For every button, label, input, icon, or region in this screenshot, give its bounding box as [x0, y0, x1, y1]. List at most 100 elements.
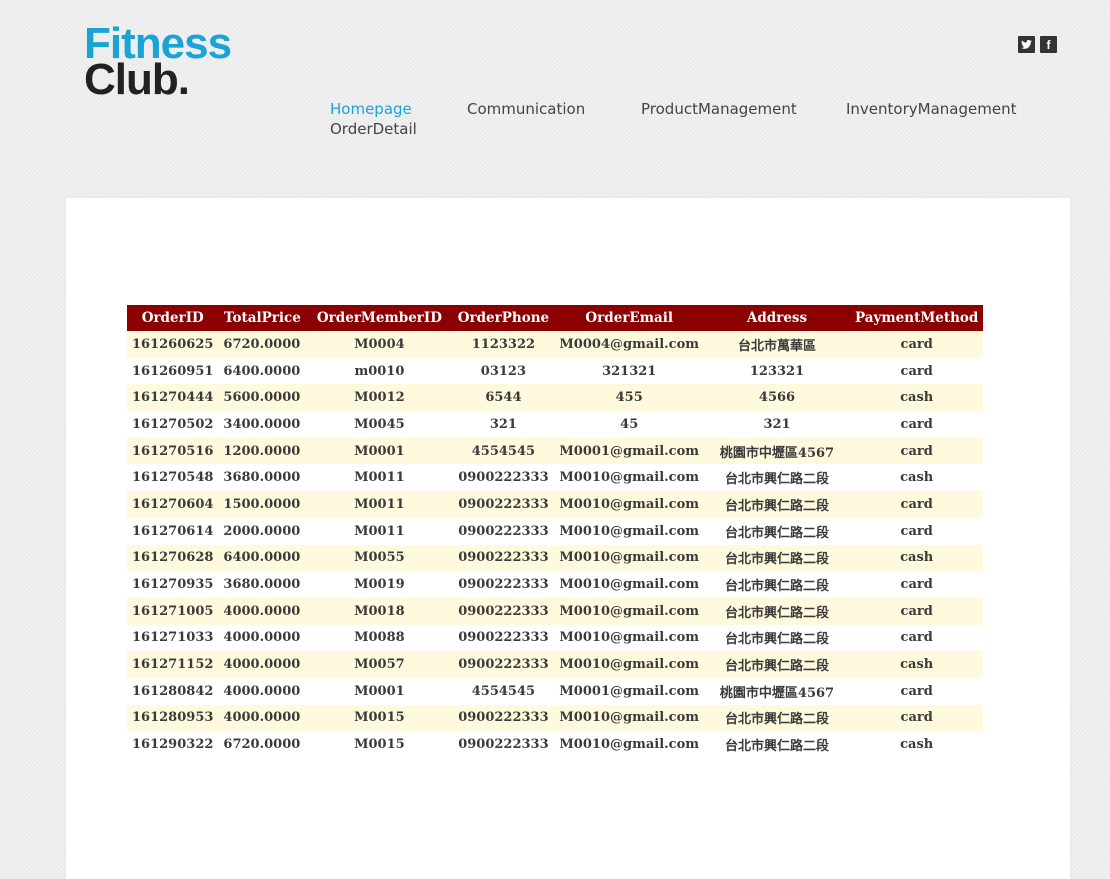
table-row: 161280842 4000.0000 M0001 4554545 M0001@gmai… — [127, 677, 984, 705]
cell-order-id: 161271152 — [127, 651, 219, 678]
nav-homepage[interactable]: Homepage — [330, 100, 412, 118]
cell-order-id: 161270516 — [127, 437, 219, 465]
cell-order-email: M0010@gmail.com — [554, 731, 705, 758]
cell-order-email: 45 — [554, 411, 705, 438]
cell-order-email: M0010@gmail.com — [554, 571, 705, 598]
cell-payment-method: card — [850, 597, 984, 625]
site-logo[interactable]: Fitness Club. — [84, 22, 232, 102]
header-order-phone: OrderPhone — [452, 305, 555, 331]
header-total-price: TotalPrice — [218, 305, 307, 331]
cell-order-phone: 1123322 — [452, 331, 555, 358]
cell-payment-method: cash — [850, 384, 984, 412]
cell-order-id: 161270548 — [127, 464, 219, 492]
cell-order-member-id: M0012 — [306, 384, 453, 412]
cell-order-id: 161271033 — [127, 624, 219, 652]
cell-order-member-id: M0055 — [306, 544, 453, 572]
nav-inventory-management[interactable]: InventoryManagement — [846, 100, 1016, 118]
cell-order-id: 161290322 — [127, 731, 219, 758]
header-address: Address — [704, 305, 851, 331]
cell-total-price: 6400.0000 — [218, 357, 307, 385]
cell-payment-method: card — [850, 677, 984, 705]
cell-order-phone: 321 — [452, 411, 555, 438]
table-row: 161260625 6720.0000 M0004 1123322 M0004@gmai… — [127, 331, 984, 358]
cell-order-phone: 0900222333 — [452, 624, 555, 652]
cell-order-member-id: M0088 — [306, 624, 453, 652]
cell-order-phone: 4554545 — [452, 437, 555, 465]
cell-order-member-id: M0011 — [306, 464, 453, 492]
cell-order-member-id: m0010 — [306, 357, 453, 385]
cell-total-price: 1200.0000 — [218, 437, 307, 465]
cell-order-member-id: M0045 — [306, 411, 453, 438]
cell-total-price: 4000.0000 — [218, 624, 307, 652]
cell-order-id: 161260951 — [127, 357, 219, 385]
twitter-icon[interactable] — [1018, 36, 1035, 53]
cell-payment-method: card — [850, 491, 984, 518]
orders-table: OrderID TotalPrice OrderMemberID OrderPh… — [127, 305, 984, 758]
table-row: 161270935 3680.0000 M0019 0900222333 M0010@g… — [127, 571, 984, 598]
cell-order-email: M0010@gmail.com — [554, 464, 705, 492]
table-row: 161270444 5600.0000 M0012 6544 455 4566 cash — [127, 384, 984, 412]
cell-order-id: 161270628 — [127, 544, 219, 572]
cell-address: 台北市興仁路二段 — [704, 517, 851, 545]
cell-address: 台北市興仁路二段 — [704, 544, 851, 572]
header-order-email: OrderEmail — [554, 305, 705, 331]
cell-order-phone: 4554545 — [452, 677, 555, 705]
header-payment-method: PaymentMethod — [850, 305, 984, 331]
cell-order-email: M0010@gmail.com — [554, 597, 705, 625]
cell-payment-method: card — [850, 437, 984, 465]
cell-order-phone: 0900222333 — [452, 517, 555, 545]
social-links: f — [1018, 36, 1057, 53]
cell-total-price: 4000.0000 — [218, 677, 307, 705]
cell-total-price: 5600.0000 — [218, 384, 307, 412]
cell-total-price: 1500.0000 — [218, 491, 307, 518]
cell-total-price: 3680.0000 — [218, 571, 307, 598]
cell-address: 桃園市中壢區4567 — [704, 437, 851, 465]
cell-order-id: 161280842 — [127, 677, 219, 705]
cell-order-email: M0001@gmail.com — [554, 437, 705, 465]
cell-order-id: 161271005 — [127, 597, 219, 625]
table-row: 161280953 4000.0000 M0015 0900222333 M0010@g… — [127, 704, 984, 732]
cell-order-member-id: M0015 — [306, 731, 453, 758]
cell-order-email: M0010@gmail.com — [554, 651, 705, 678]
cell-order-phone: 6544 — [452, 384, 555, 412]
nav-communication[interactable]: Communication — [467, 100, 585, 118]
cell-total-price: 6400.0000 — [218, 544, 307, 572]
nav-order-detail[interactable]: OrderDetail — [330, 120, 417, 138]
orders-table-body: 161260625 6720.0000 M0004 1123322 M0004@gmai… — [127, 331, 984, 758]
table-row: 161271005 4000.0000 M0018 0900222333 M0010@g… — [127, 597, 984, 625]
cell-payment-method: card — [850, 571, 984, 598]
cell-payment-method: card — [850, 331, 984, 358]
cell-address: 321 — [704, 411, 851, 438]
facebook-icon[interactable]: f — [1040, 36, 1057, 53]
cell-order-phone: 03123 — [452, 357, 555, 385]
cell-order-member-id: M0015 — [306, 704, 453, 732]
cell-order-email: M0010@gmail.com — [554, 704, 705, 732]
cell-order-id: 161270935 — [127, 571, 219, 598]
cell-total-price: 6720.0000 — [218, 331, 307, 358]
cell-order-phone: 0900222333 — [452, 704, 555, 732]
cell-order-phone: 0900222333 — [452, 731, 555, 758]
cell-address: 台北市興仁路二段 — [704, 651, 851, 678]
twitter-bird-glyph — [1021, 40, 1032, 49]
cell-address: 台北市興仁路二段 — [704, 464, 851, 492]
cell-order-member-id: M0011 — [306, 517, 453, 545]
cell-order-phone: 0900222333 — [452, 651, 555, 678]
cell-payment-method: cash — [850, 544, 984, 572]
cell-address: 台北市興仁路二段 — [704, 731, 851, 758]
table-row: 161270614 2000.0000 M0011 0900222333 M0010@g… — [127, 517, 984, 545]
cell-payment-method: card — [850, 624, 984, 652]
table-row: 161270548 3680.0000 M0011 0900222333 M0010@g… — [127, 464, 984, 492]
header-order-member-id: OrderMemberID — [306, 305, 453, 331]
nav-product-management[interactable]: ProductManagement — [641, 100, 797, 118]
cell-order-id: 161270444 — [127, 384, 219, 412]
table-row: 161271152 4000.0000 M0057 0900222333 M0010@g… — [127, 651, 984, 678]
cell-order-email: M0010@gmail.com — [554, 491, 705, 518]
cell-address: 桃園市中壢區4567 — [704, 677, 851, 705]
cell-total-price: 3680.0000 — [218, 464, 307, 492]
cell-order-phone: 0900222333 — [452, 464, 555, 492]
table-row: 161270628 6400.0000 M0055 0900222333 M0010@g… — [127, 544, 984, 572]
cell-order-phone: 0900222333 — [452, 544, 555, 572]
cell-payment-method: card — [850, 411, 984, 438]
table-header-row: OrderID TotalPrice OrderMemberID OrderPh… — [127, 305, 984, 331]
cell-order-email: 321321 — [554, 357, 705, 385]
